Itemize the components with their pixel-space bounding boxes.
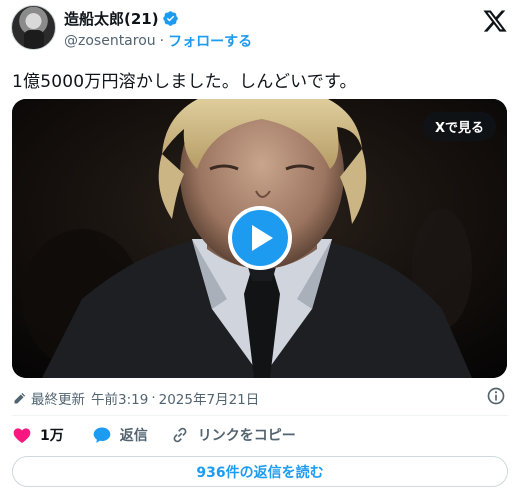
tweet-date[interactable]: 2025年7月21日 <box>159 388 260 408</box>
author-handle[interactable]: @zosentarou <box>64 33 156 49</box>
author-name-row: 造船太郎(21) <box>64 8 179 29</box>
play-icon <box>252 225 273 251</box>
handle-separator: · <box>159 33 165 49</box>
reply-button[interactable]: 返信 <box>92 425 148 445</box>
author-handle-row: @zosentarou · フォローする <box>64 31 252 51</box>
info-icon[interactable] <box>486 386 506 406</box>
play-button[interactable] <box>228 206 292 270</box>
video-player[interactable]: Xで見る <box>12 99 507 378</box>
tweet-time[interactable]: 午前3:19 <box>91 388 148 408</box>
x-logo-icon[interactable] <box>482 8 508 34</box>
read-replies-button[interactable]: 936件の返信を読む <box>12 456 508 487</box>
tweet-meta: 最終更新 午前3:19 · 2025年7月21日 <box>12 388 259 408</box>
divider <box>12 415 508 416</box>
like-count: 1万 <box>40 428 64 444</box>
copy-link-label: リンクをコピー <box>197 428 296 444</box>
tweet-actions: 1万 返信 リンクをコピー <box>12 425 296 445</box>
reply-label: 返信 <box>119 428 148 444</box>
like-button[interactable]: 1万 <box>12 425 64 445</box>
watch-on-x-button[interactable]: Xで見る <box>422 112 496 141</box>
edited-label[interactable]: 最終更新 <box>31 388 85 408</box>
verified-badge-icon <box>162 11 178 26</box>
reply-bubble-icon <box>93 427 111 443</box>
edit-pencil-icon <box>14 392 26 403</box>
copy-link-button[interactable]: リンクをコピー <box>170 425 296 445</box>
meta-separator: · <box>151 390 156 406</box>
follow-button[interactable]: フォローする <box>168 31 252 51</box>
link-icon <box>173 427 187 443</box>
heart-icon <box>13 428 31 443</box>
embedded-tweet-card: 造船太郎(21) @zosentarou · フォローする 1億5000万円溶か… <box>0 0 520 500</box>
author-display-name[interactable]: 造船太郎(21) <box>64 8 159 29</box>
avatar[interactable] <box>11 5 56 50</box>
tweet-text: 1億5000万円溶かしました。しんどいです。 <box>12 72 357 92</box>
